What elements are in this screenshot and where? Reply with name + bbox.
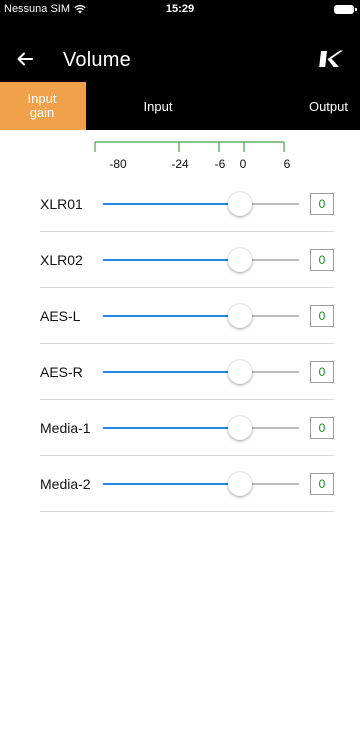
tab-bar: Input gain Input Output <box>0 82 360 130</box>
channel-label: XLR02 <box>40 252 83 268</box>
nav-bar: Volume <box>0 40 360 80</box>
app-screen: Nessuna SIM 15:29 Volume Input gain Input <box>0 0 360 751</box>
gain-value-field[interactable]: 0 <box>310 361 334 383</box>
channel-row: Media-1 0 <box>40 400 334 456</box>
main-content: -80 -24 -6 0 6 XLR01 0 XLR02 0 AES-L 0 AES-R 0 M… <box>0 130 360 751</box>
tab-input[interactable]: Input <box>86 82 256 130</box>
channel-row: XLR02 0 <box>40 232 334 288</box>
gain-slider[interactable] <box>103 192 299 216</box>
clock: 15:29 <box>165 3 195 15</box>
slider-thumb[interactable] <box>228 472 253 496</box>
channel-row: XLR01 0 <box>40 176 334 232</box>
slider-thumb[interactable] <box>228 360 253 384</box>
tab-input-gain[interactable]: Input gain <box>0 82 86 130</box>
tab-output[interactable]: Output <box>256 82 360 130</box>
slider-thumb[interactable] <box>228 248 253 272</box>
slider-track-filled <box>103 371 241 373</box>
slider-track-filled <box>103 203 241 205</box>
slider-thumb[interactable] <box>228 192 253 216</box>
gain-slider[interactable] <box>103 416 299 440</box>
slider-track-filled <box>103 483 241 485</box>
scale-tick-label: 6 <box>284 157 291 171</box>
page-title: Volume <box>63 49 131 71</box>
gain-value-field[interactable]: 0 <box>310 305 334 327</box>
slider-track-filled <box>103 259 241 261</box>
gain-slider[interactable] <box>103 248 299 272</box>
arrow-left-icon <box>17 52 33 66</box>
channel-row: AES-R 0 <box>40 344 334 400</box>
battery-icon <box>334 5 357 14</box>
gain-value-field[interactable]: 0 <box>310 249 334 271</box>
slider-thumb[interactable] <box>228 416 253 440</box>
channel-row: Media-2 0 <box>40 456 334 512</box>
tab-output-label: Output <box>308 98 348 114</box>
gain-slider[interactable] <box>103 360 299 384</box>
scale-tick-label: -80 <box>109 157 127 171</box>
gain-value-field[interactable]: 0 <box>310 193 334 215</box>
db-scale: -80 -24 -6 0 6 <box>94 141 291 171</box>
status-bar: Nessuna SIM 15:29 <box>0 0 360 20</box>
slider-track-filled <box>103 427 241 429</box>
gain-value-field[interactable]: 0 <box>310 417 334 439</box>
brand-logo <box>319 50 343 67</box>
tab-input-gain-label: Input gain <box>27 91 57 120</box>
gain-value-field[interactable]: 0 <box>310 473 334 495</box>
scale-tick-label: -6 <box>215 157 226 171</box>
gain-slider[interactable] <box>103 472 299 496</box>
channel-list: XLR01 0 XLR02 0 AES-L 0 AES-R 0 Media-1 0 Media-2 0 <box>40 176 334 512</box>
channel-row: AES-L 0 <box>40 288 334 344</box>
slider-track-filled <box>103 315 241 317</box>
scale-tick-label: 0 <box>240 157 247 171</box>
channel-label: Media-2 <box>40 476 91 492</box>
slider-thumb[interactable] <box>228 304 253 328</box>
scale-tick-label: -24 <box>171 157 189 171</box>
gain-slider[interactable] <box>103 304 299 328</box>
channel-label: XLR01 <box>40 196 83 212</box>
channel-label: AES-R <box>40 364 83 380</box>
channel-label: Media-1 <box>40 420 91 436</box>
back-button[interactable] <box>10 44 40 74</box>
tab-input-label: Input <box>143 98 173 114</box>
channel-label: AES-L <box>40 308 81 324</box>
